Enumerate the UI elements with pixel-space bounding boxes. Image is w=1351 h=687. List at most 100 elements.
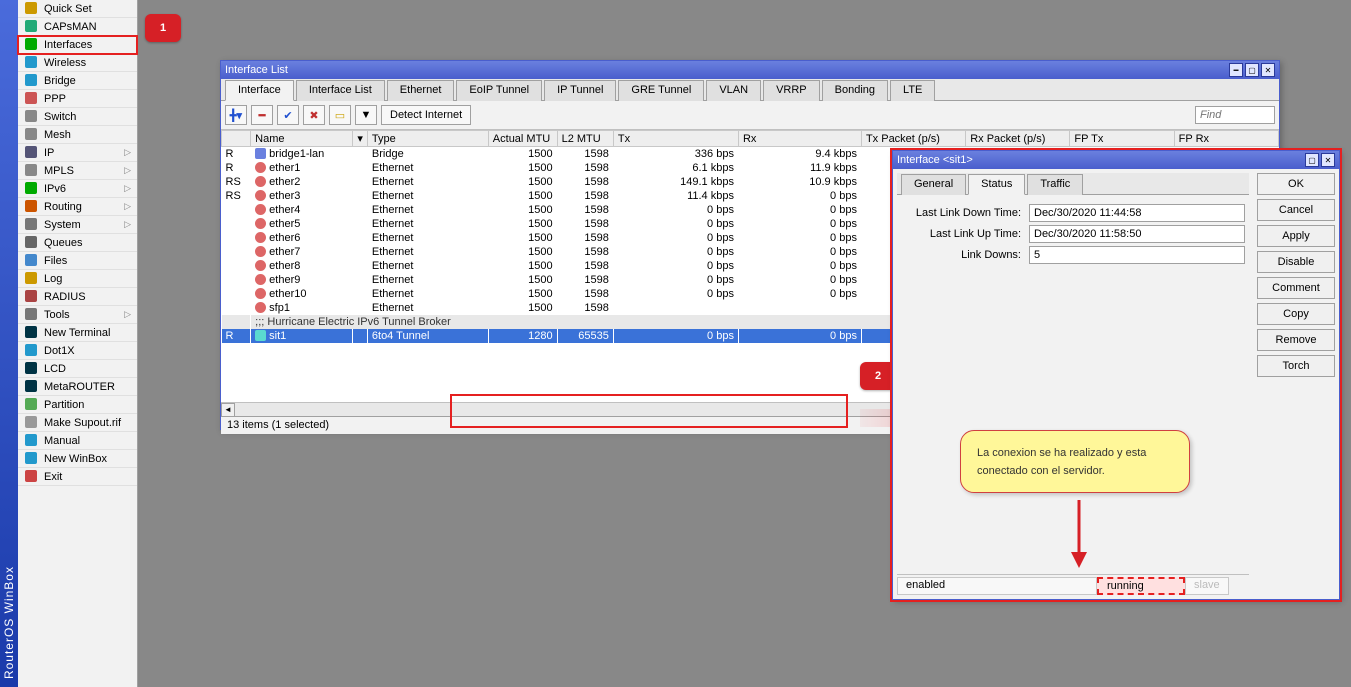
sidebar-item-new-terminal[interactable]: New Terminal <box>18 324 137 342</box>
find-input[interactable] <box>1195 106 1275 124</box>
sidebar-item-tools[interactable]: Tools▷ <box>18 306 137 324</box>
add-button[interactable]: ╋▾ <box>225 105 247 125</box>
sidebar-icon <box>24 38 38 52</box>
sidebar-item-mesh[interactable]: Mesh <box>18 126 137 144</box>
column-header[interactable]: Rx Packet (p/s) <box>966 131 1070 147</box>
column-header[interactable]: ▾ <box>353 131 368 147</box>
field-row: Link Downs: <box>901 246 1245 264</box>
detail-tab-traffic[interactable]: Traffic <box>1027 174 1083 195</box>
field-label: Link Downs: <box>901 249 1021 261</box>
status-running: running <box>1097 577 1185 595</box>
sidebar-item-ipv6[interactable]: IPv6▷ <box>18 180 137 198</box>
remove-button[interactable]: Remove <box>1257 329 1335 351</box>
copy-button[interactable]: Copy <box>1257 303 1335 325</box>
sidebar-item-new-winbox[interactable]: New WinBox <box>18 450 137 468</box>
sidebar-item-capsman[interactable]: CAPsMAN <box>18 18 137 36</box>
column-header[interactable]: L2 MTU <box>557 131 613 147</box>
tab-interface[interactable]: Interface <box>225 80 294 101</box>
detail-titlebar[interactable]: Interface <sit1> ▢ ✕ <box>893 151 1339 169</box>
column-header[interactable]: Type <box>367 131 488 147</box>
sidebar-item-make-supout-rif[interactable]: Make Supout.rif <box>18 414 137 432</box>
sidebar-item-label: RADIUS <box>44 291 86 303</box>
tab-vrrp[interactable]: VRRP <box>763 80 820 101</box>
tab-ethernet[interactable]: Ethernet <box>387 80 455 101</box>
column-header[interactable]: Actual MTU <box>488 131 557 147</box>
remove-button[interactable]: ━ <box>251 105 273 125</box>
sidebar-item-wireless[interactable]: Wireless <box>18 54 137 72</box>
disable-button[interactable]: ✖ <box>303 105 325 125</box>
sidebar-icon <box>24 452 38 466</box>
sidebar-item-files[interactable]: Files <box>18 252 137 270</box>
close-button[interactable]: ✕ <box>1261 63 1275 77</box>
sidebar-item-radius[interactable]: RADIUS <box>18 288 137 306</box>
comment-button[interactable]: Comment <box>1257 277 1335 299</box>
detail-tab-status[interactable]: Status <box>968 174 1025 195</box>
sidebar-item-log[interactable]: Log <box>18 270 137 288</box>
column-header[interactable]: FP Tx <box>1070 131 1174 147</box>
sidebar-item-quick-set[interactable]: Quick Set <box>18 0 137 18</box>
enable-button[interactable]: ✔ <box>277 105 299 125</box>
sidebar-item-exit[interactable]: Exit <box>18 468 137 486</box>
sidebar-item-manual[interactable]: Manual <box>18 432 137 450</box>
sidebar-item-dot1x[interactable]: Dot1X <box>18 342 137 360</box>
sidebar-item-partition[interactable]: Partition <box>18 396 137 414</box>
column-header[interactable]: FP Rx <box>1174 131 1278 147</box>
sidebar-item-ppp[interactable]: PPP <box>18 90 137 108</box>
sidebar-item-switch[interactable]: Switch <box>18 108 137 126</box>
column-header[interactable] <box>222 131 251 147</box>
sidebar-icon <box>24 92 38 106</box>
sidebar-item-label: Files <box>44 255 67 267</box>
disable-button[interactable]: Disable <box>1257 251 1335 273</box>
tab-bonding[interactable]: Bonding <box>822 80 888 101</box>
detail-maximize-button[interactable]: ▢ <box>1305 153 1319 167</box>
balloon-text: La conexion se ha realizado y esta conec… <box>977 447 1146 477</box>
chevron-right-icon: ▷ <box>124 183 131 194</box>
field-value[interactable] <box>1029 225 1245 243</box>
sidebar-item-mpls[interactable]: MPLS▷ <box>18 162 137 180</box>
field-value[interactable] <box>1029 204 1245 222</box>
tab-ip-tunnel[interactable]: IP Tunnel <box>544 80 616 101</box>
column-header[interactable]: Tx <box>613 131 738 147</box>
sidebar-icon <box>24 2 38 16</box>
sidebar-icon <box>24 290 38 304</box>
sidebar-item-lcd[interactable]: LCD <box>18 360 137 378</box>
comment-button[interactable]: ▭ <box>329 105 351 125</box>
tab-eoip-tunnel[interactable]: EoIP Tunnel <box>456 80 542 101</box>
sidebar-icon <box>24 218 38 232</box>
column-header[interactable]: Rx <box>738 131 861 147</box>
column-header[interactable]: Name <box>251 131 353 147</box>
sidebar-item-ip[interactable]: IP▷ <box>18 144 137 162</box>
sidebar-item-label: Log <box>44 273 62 285</box>
sidebar-item-routing[interactable]: Routing▷ <box>18 198 137 216</box>
window-titlebar[interactable]: Interface List ━ ▢ ✕ <box>221 61 1279 79</box>
sidebar-icon <box>24 272 38 286</box>
sidebar-item-label: Tools <box>44 309 70 321</box>
sidebar-item-metarouter[interactable]: MetaROUTER <box>18 378 137 396</box>
cancel-button[interactable]: Cancel <box>1257 199 1335 221</box>
scroll-left-button[interactable]: ◄ <box>221 403 235 417</box>
sidebar-item-interfaces[interactable]: Interfaces <box>18 36 137 54</box>
maximize-button[interactable]: ▢ <box>1245 63 1259 77</box>
detail-close-button[interactable]: ✕ <box>1321 153 1335 167</box>
torch-button[interactable]: Torch <box>1257 355 1335 377</box>
tab-lte[interactable]: LTE <box>890 80 935 101</box>
detail-title: Interface <sit1> <box>897 154 973 166</box>
status-slave: slave <box>1185 577 1229 595</box>
tab-vlan[interactable]: VLAN <box>706 80 761 101</box>
ok-button[interactable]: OK <box>1257 173 1335 195</box>
detail-tab-general[interactable]: General <box>901 174 966 195</box>
apply-button[interactable]: Apply <box>1257 225 1335 247</box>
sidebar-item-bridge[interactable]: Bridge <box>18 72 137 90</box>
sidebar-item-system[interactable]: System▷ <box>18 216 137 234</box>
column-header[interactable]: Tx Packet (p/s) <box>861 131 965 147</box>
tab-gre-tunnel[interactable]: GRE Tunnel <box>618 80 704 101</box>
tab-interface-list[interactable]: Interface List <box>296 80 385 101</box>
sidebar-item-queues[interactable]: Queues <box>18 234 137 252</box>
detect-internet-button[interactable]: Detect Internet <box>381 105 471 125</box>
filter-button[interactable]: ▼ <box>355 105 377 125</box>
field-value[interactable] <box>1029 246 1245 264</box>
sidebar-icon <box>24 236 38 250</box>
minimize-button[interactable]: ━ <box>1229 63 1243 77</box>
sidebar-item-label: New WinBox <box>44 453 107 465</box>
sidebar-icon <box>24 146 38 160</box>
